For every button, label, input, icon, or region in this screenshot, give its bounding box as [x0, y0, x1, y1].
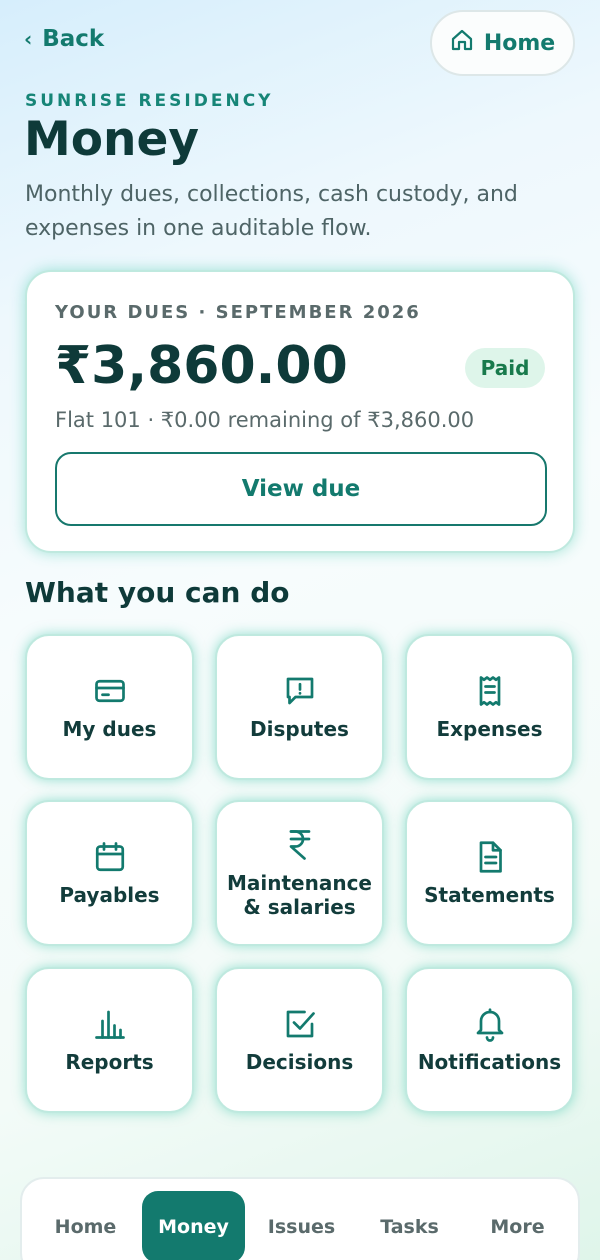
tile-my-dues[interactable]: My dues — [25, 634, 194, 780]
tile-label: Expenses — [436, 717, 543, 741]
home-button[interactable]: Home — [430, 10, 575, 76]
checkbox-icon — [282, 1006, 318, 1042]
tile-notifications[interactable]: Notifications — [405, 967, 574, 1113]
nav-money[interactable]: Money — [142, 1191, 245, 1260]
bottom-nav: Home Money Issues Tasks More — [20, 1177, 580, 1260]
dues-meta: Flat 101 · ₹0.00 remaining of ₹3,860.00 — [55, 408, 475, 432]
tile-decisions[interactable]: Decisions — [215, 967, 384, 1113]
tile-label: Disputes — [250, 717, 349, 741]
dues-amount: ₹3,860.00 — [55, 336, 348, 396]
dues-period-label: YOUR DUES · SEPTEMBER 2026 — [55, 302, 421, 323]
tile-label: My dues — [62, 717, 157, 741]
page-subtitle: Monthly dues, collections, cash custody,… — [25, 182, 518, 241]
tile-label: Decisions — [245, 1050, 354, 1074]
tile-label: Payables — [59, 883, 160, 907]
house-icon — [450, 28, 474, 58]
dues-card: YOUR DUES · SEPTEMBER 2026 ₹3,860.00 Pai… — [25, 270, 575, 553]
tile-label: Statements — [424, 883, 555, 907]
bell-icon — [472, 1006, 508, 1042]
back-label: Back — [42, 26, 105, 52]
tile-maintenance-salaries[interactable]: Maintenance & salaries — [215, 800, 384, 946]
bar-chart-icon — [92, 1006, 128, 1042]
chevron-left-icon: ‹ — [24, 27, 33, 51]
tile-label: Notifications — [417, 1050, 562, 1074]
status-badge: Paid — [465, 348, 545, 388]
page-title: Money — [24, 112, 200, 167]
nav-more[interactable]: More — [466, 1191, 569, 1260]
tile-expenses[interactable]: Expenses — [405, 634, 574, 780]
actions-title: What you can do — [25, 576, 290, 609]
calendar-icon — [92, 839, 128, 875]
view-due-button[interactable]: View due — [55, 452, 547, 526]
tile-payables[interactable]: Payables — [25, 800, 194, 946]
tile-disputes[interactable]: Disputes — [215, 634, 384, 780]
tile-label: Maintenance & salaries — [226, 871, 372, 919]
home-label: Home — [483, 30, 556, 56]
nav-issues[interactable]: Issues — [250, 1191, 353, 1260]
tile-label: Reports — [65, 1050, 154, 1074]
top-bar: ‹ Back Home — [0, 0, 600, 84]
rupee-icon — [282, 827, 318, 863]
document-icon — [472, 839, 508, 875]
nav-tasks[interactable]: Tasks — [358, 1191, 461, 1260]
back-button[interactable]: ‹ Back — [24, 26, 104, 52]
receipt-icon — [472, 673, 508, 709]
message-alert-icon — [282, 673, 318, 709]
community-name: SUNRISE RESIDENCY — [25, 91, 274, 111]
card-icon — [92, 673, 128, 709]
tile-statements[interactable]: Statements — [405, 800, 574, 946]
tile-reports[interactable]: Reports — [25, 967, 194, 1113]
nav-home[interactable]: Home — [34, 1191, 137, 1260]
